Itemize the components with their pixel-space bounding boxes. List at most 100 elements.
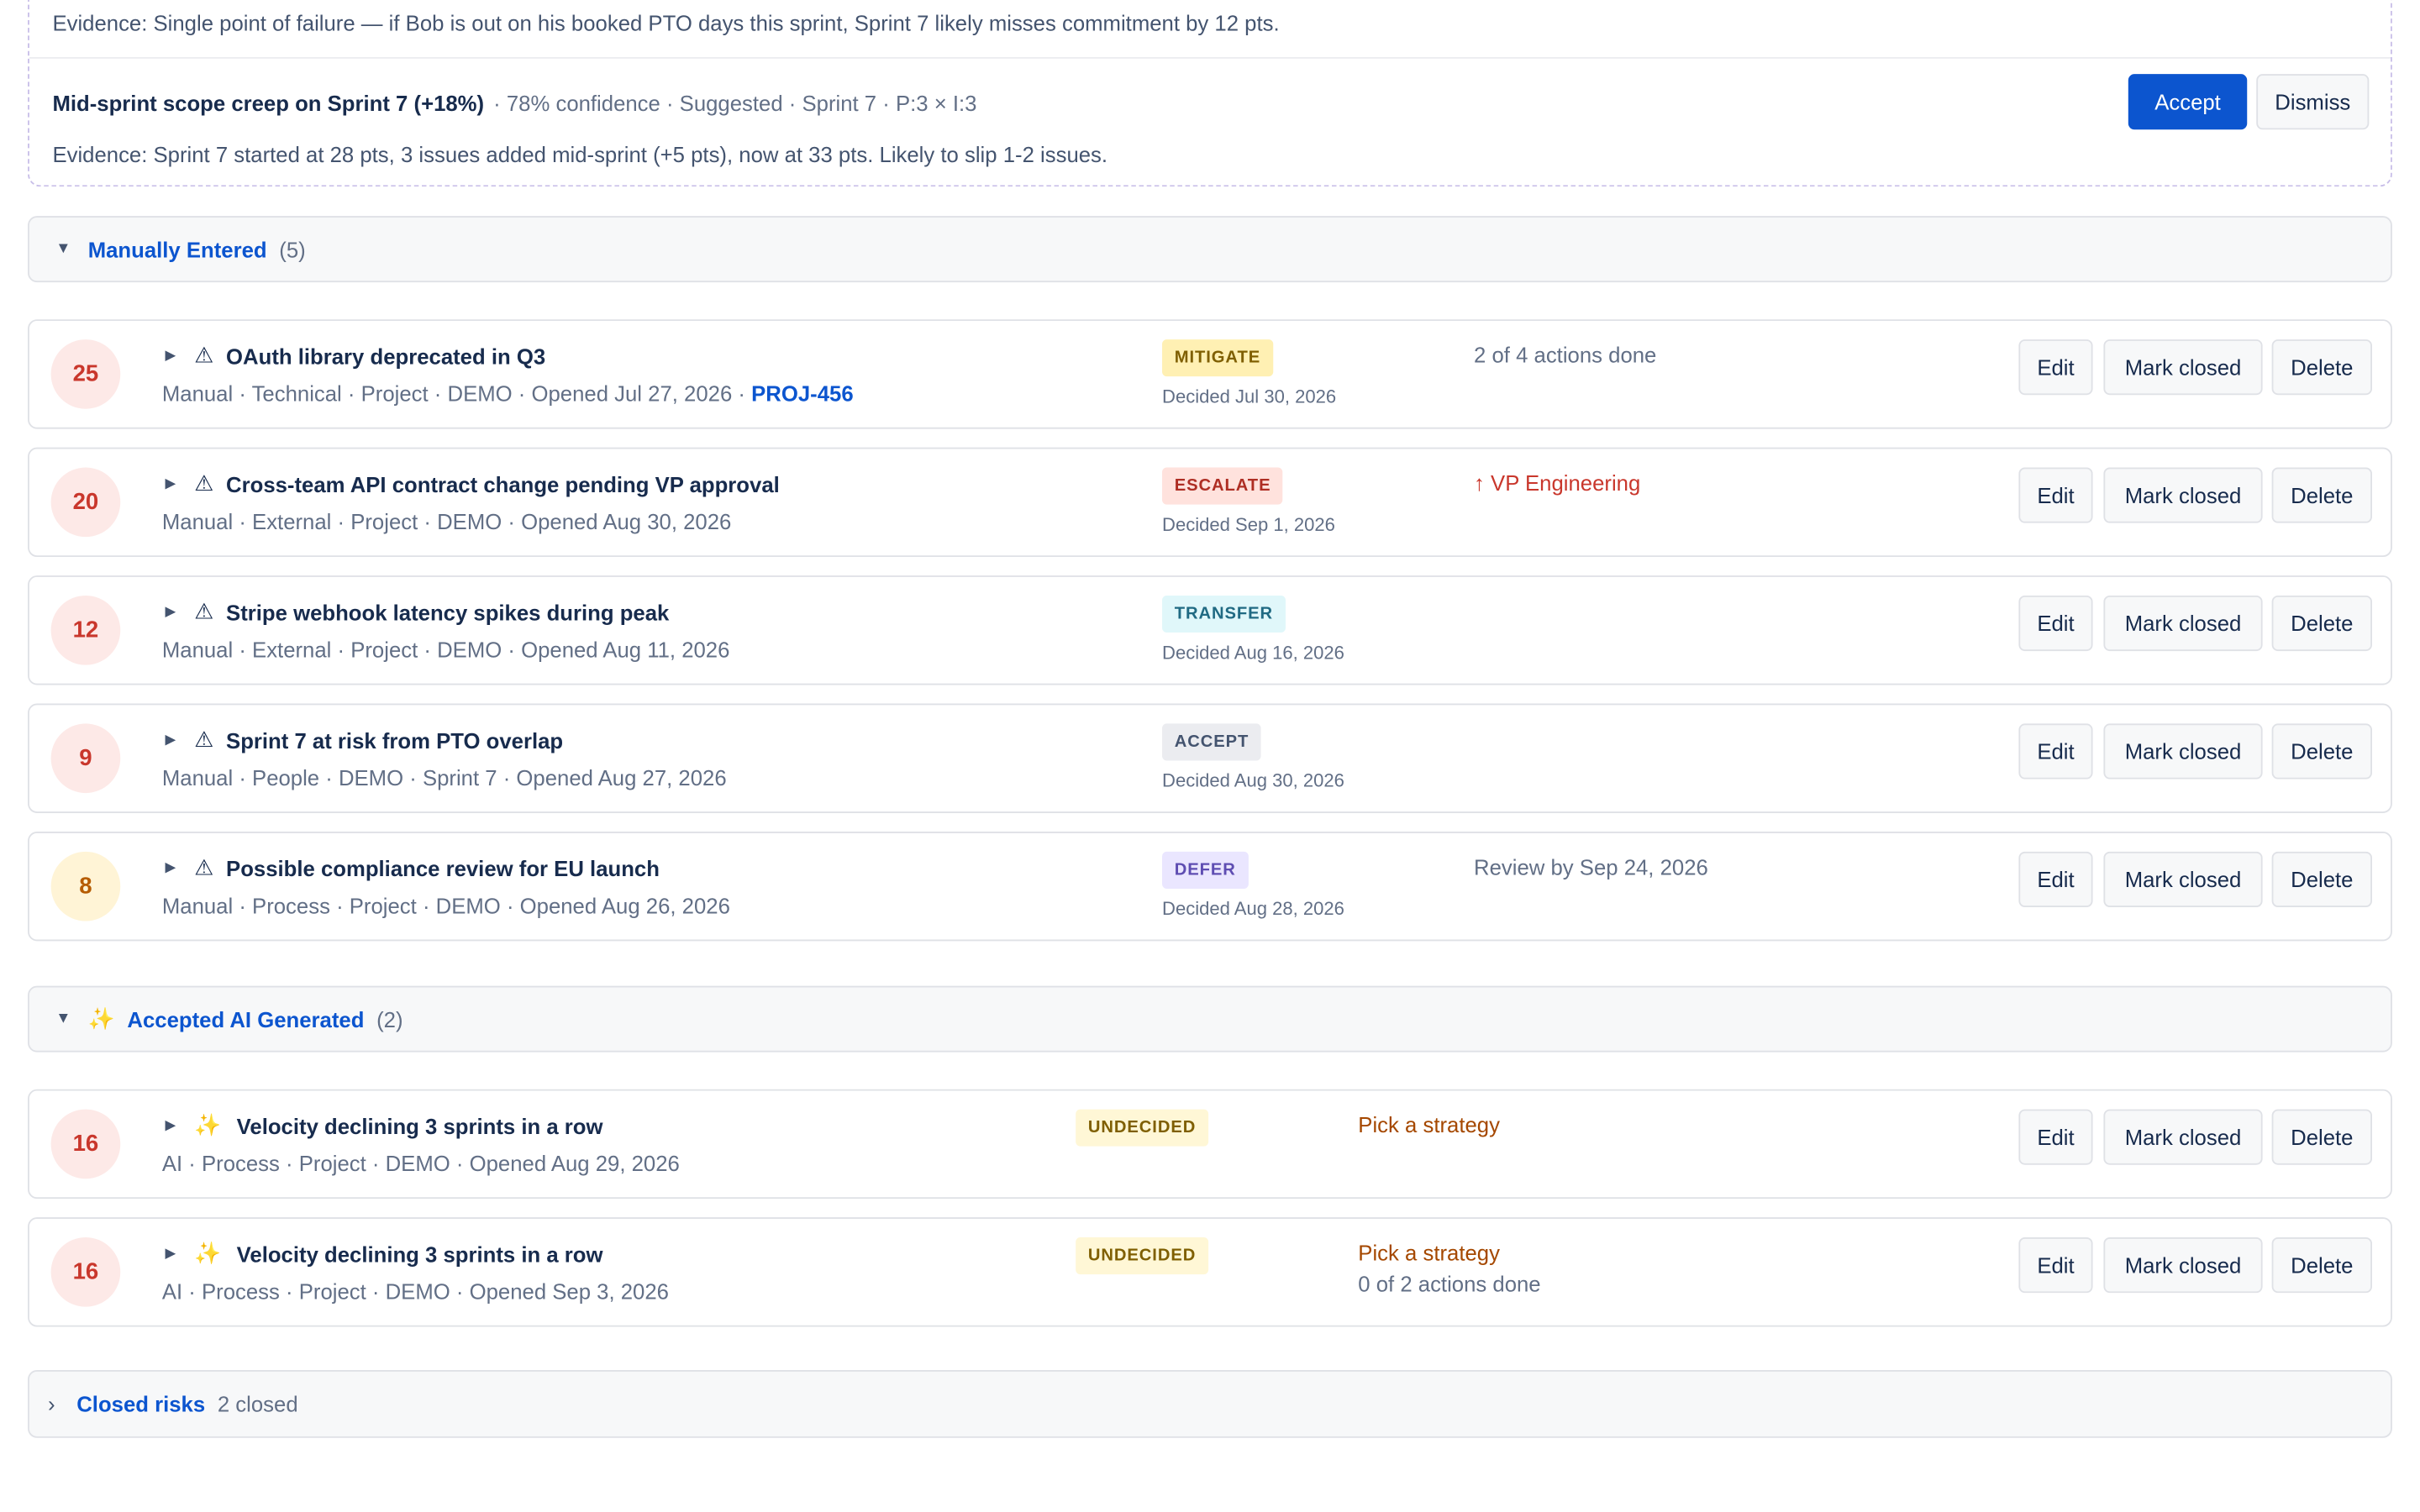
edit-button[interactable]: Edit [2018, 723, 2093, 780]
action-progress: 0 of 2 actions done [1358, 1271, 1541, 1296]
risk-title-row[interactable]: ▶ ⚠ Sprint 7 at risk from PTO overlap [166, 727, 564, 753]
warning-icon: ⚠ [194, 470, 214, 496]
risk-title-row[interactable]: ▶ ⚠ Possible compliance review for EU la… [166, 855, 660, 881]
chevron-right-icon: › [47, 1391, 55, 1417]
decided-date: Decided Jul 30, 2026 [1162, 386, 1337, 407]
risk-title-row[interactable]: ▶ ⚠ OAuth library deprecated in Q3 [166, 343, 546, 369]
edit-button[interactable]: Edit [2018, 467, 2093, 523]
section-manually-entered[interactable]: ▼ Manually Entered (5) [28, 216, 2392, 283]
closed-risks-count: 2 closed [217, 1391, 298, 1417]
risk-score: 9 [50, 723, 121, 794]
risk-meta: AI · Process · Project · DEMO · Opened S… [161, 1278, 669, 1305]
risk-title: Possible compliance review for EU launch [226, 855, 660, 880]
risk-score: 16 [50, 1237, 121, 1307]
expand-triangle-icon[interactable]: ▶ [166, 1117, 176, 1134]
sparkle-icon: ✨ [194, 1112, 222, 1137]
section-count: (2) [376, 1006, 403, 1032]
risk-title: Stripe webhook latency spikes during pea… [226, 599, 670, 624]
delete-button[interactable]: Delete [2271, 339, 2373, 396]
edit-button[interactable]: Edit [2018, 595, 2093, 652]
strategy-badge: UNDECIDED [1076, 1109, 1208, 1147]
risk-meta: Manual · External · Project · DEMO · Ope… [161, 509, 732, 534]
section-count: (5) [279, 236, 306, 262]
expand-triangle-icon[interactable]: ▶ [166, 603, 176, 620]
risk-title: Velocity declining 3 sprints in a row [236, 1113, 603, 1138]
edit-button[interactable]: Edit [2018, 339, 2093, 396]
risk-score: 8 [50, 851, 121, 921]
warning-icon: ⚠ [194, 342, 214, 368]
collapse-caret-icon: ▼ [55, 1011, 71, 1028]
closed-risks-label: Closed risks [76, 1391, 206, 1417]
strategy-badge: UNDECIDED [1076, 1237, 1208, 1275]
risk-title-row[interactable]: ▶ ⚠ Stripe webhook latency spikes during… [166, 599, 670, 625]
pick-strategy-link[interactable]: Pick a strategy [1358, 1112, 1500, 1137]
risk-meta: AI · Process · Project · DEMO · Opened A… [161, 1151, 680, 1176]
delete-button[interactable]: Delete [2271, 595, 2373, 652]
sparkle-icon: ✨ [194, 1240, 222, 1266]
risk-meta-text: Manual · Technical · Project · DEMO · Op… [161, 381, 752, 407]
escalation-target: ↑ VP Engineering [1474, 470, 1641, 496]
expand-triangle-icon[interactable]: ▶ [166, 475, 176, 492]
section-accepted-ai-generated[interactable]: ▼ ✨ Accepted AI Generated (2) [28, 985, 2392, 1053]
section-label: Accepted AI Generated [127, 1006, 365, 1032]
closed-risks-toggle[interactable]: › Closed risks 2 closed [28, 1369, 2392, 1438]
previous-suggestion-evidence: Evidence: Single point of failure — if B… [52, 10, 1280, 36]
risk-card: 12 ▶ ⚠ Stripe webhook latency spikes dur… [28, 575, 2392, 685]
risk-meta: Manual · Technical · Project · DEMO · Op… [162, 381, 854, 406]
strategy-badge: ACCEPT [1162, 723, 1262, 761]
risk-score: 16 [50, 1109, 121, 1179]
decided-date: Decided Aug 28, 2026 [1162, 897, 1344, 920]
expand-triangle-icon[interactable]: ▶ [166, 859, 176, 876]
issue-link[interactable]: PROJ-456 [751, 381, 854, 406]
edit-button[interactable]: Edit [2018, 1237, 2093, 1294]
delete-button[interactable]: Delete [2271, 1109, 2373, 1165]
mark-closed-button[interactable]: Mark closed [2103, 723, 2263, 780]
pick-strategy-link[interactable]: Pick a strategy [1358, 1241, 1500, 1265]
mark-closed-button[interactable]: Mark closed [2103, 1237, 2263, 1294]
warning-icon: ⚠ [194, 854, 214, 879]
mark-closed-button[interactable]: Mark closed [2103, 851, 2263, 907]
strategy-badge: TRANSFER [1162, 595, 1286, 633]
delete-button[interactable]: Delete [2271, 723, 2373, 780]
risk-register-view: Evidence: Single point of failure — if B… [0, 0, 2420, 1512]
risk-card: 8 ▶ ⚠ Possible compliance review for EU … [28, 831, 2392, 942]
edit-button[interactable]: Edit [2018, 851, 2093, 907]
risk-card: 9 ▶ ⚠ Sprint 7 at risk from PTO overlap … [28, 703, 2392, 813]
suggested-risks-panel: Evidence: Single point of failure — if B… [28, 0, 2392, 187]
strategy-badge: DEFER [1162, 851, 1249, 889]
accept-suggestion-button[interactable]: Accept [2128, 74, 2248, 130]
expand-triangle-icon[interactable]: ▶ [166, 347, 176, 364]
risk-title-row[interactable]: ▶ ✨ Velocity declining 3 sprints in a ro… [166, 1241, 603, 1267]
sparkle-icon: ✨ [87, 1005, 115, 1031]
ai-risk-card: 16 ▶ ✨ Velocity declining 3 sprints in a… [28, 1217, 2392, 1327]
risk-meta: Manual · External · Project · DEMO · Ope… [161, 637, 730, 662]
suggestion-meta: · 78% confidence · Suggested · Sprint 7 … [493, 91, 977, 116]
suggestion-title: Mid-sprint scope creep on Sprint 7 (+18%… [52, 91, 976, 115]
strategy-badge: MITIGATE [1162, 339, 1273, 377]
warning-icon: ⚠ [194, 598, 214, 624]
section-label: Manually Entered [87, 236, 267, 262]
risk-title: OAuth library deprecated in Q3 [226, 343, 546, 369]
expand-triangle-icon[interactable]: ▶ [166, 1245, 176, 1262]
suggestion-divider [29, 56, 2391, 59]
mark-closed-button[interactable]: Mark closed [2103, 595, 2263, 652]
suggestion-title-text: Mid-sprint scope creep on Sprint 7 (+18%… [52, 91, 485, 116]
risk-score: 12 [50, 595, 121, 665]
mark-closed-button[interactable]: Mark closed [2103, 1109, 2263, 1165]
risk-title-row[interactable]: ▶ ✨ Velocity declining 3 sprints in a ro… [166, 1112, 603, 1138]
risk-title-row[interactable]: ▶ ⚠ Cross-team API contract change pendi… [166, 470, 780, 496]
delete-button[interactable]: Delete [2271, 1237, 2373, 1294]
suggestion-evidence: Evidence: Sprint 7 started at 28 pts, 3 … [52, 141, 1108, 167]
mark-closed-button[interactable]: Mark closed [2103, 467, 2263, 523]
delete-button[interactable]: Delete [2271, 467, 2373, 523]
decided-date: Decided Aug 16, 2026 [1162, 642, 1344, 664]
expand-triangle-icon[interactable]: ▶ [166, 732, 176, 748]
dismiss-suggestion-button[interactable]: Dismiss [2256, 74, 2370, 130]
action-progress: 2 of 4 actions done [1474, 342, 1657, 368]
mark-closed-button[interactable]: Mark closed [2103, 339, 2263, 396]
delete-button[interactable]: Delete [2271, 851, 2373, 907]
risk-score: 20 [50, 467, 121, 538]
risk-title: Sprint 7 at risk from PTO overlap [226, 727, 564, 753]
ai-risk-card: 16 ▶ ✨ Velocity declining 3 sprints in a… [28, 1089, 2392, 1200]
edit-button[interactable]: Edit [2018, 1109, 2093, 1165]
